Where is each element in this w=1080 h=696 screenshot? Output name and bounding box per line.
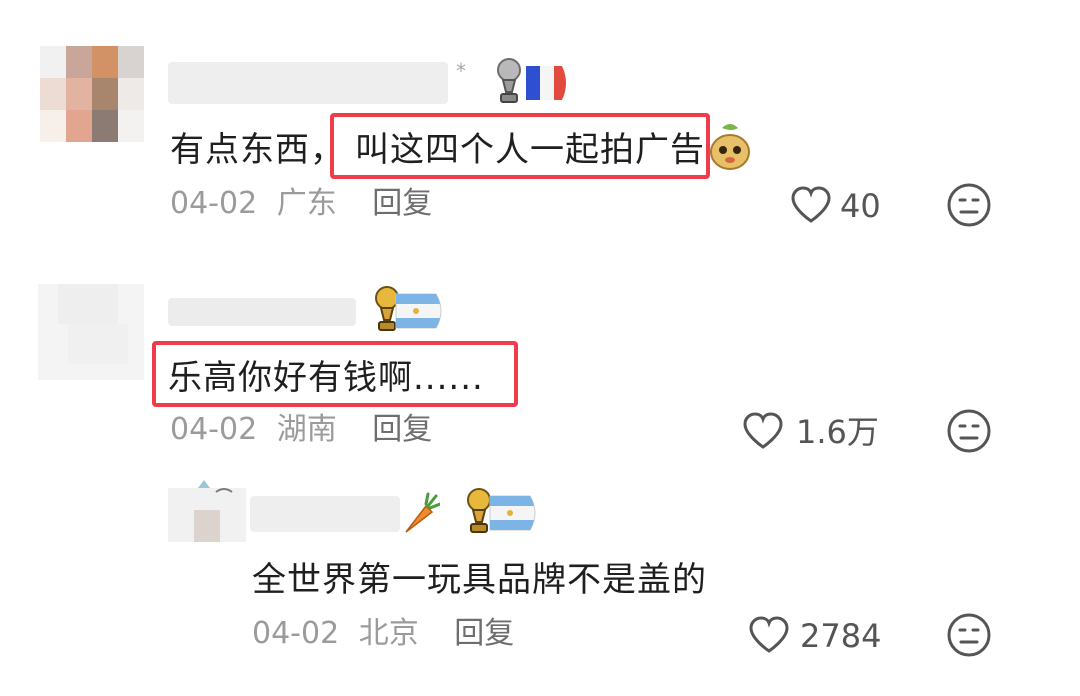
like-count: 40 xyxy=(840,187,881,225)
username-blurred[interactable] xyxy=(250,496,400,532)
comment-date: 04-02 xyxy=(252,616,340,651)
comment-meta: 04-02 广东 回复 xyxy=(170,184,432,224)
comment-location: 广东 xyxy=(276,186,337,221)
comment-date: 04-02 xyxy=(170,186,258,221)
heart-icon xyxy=(791,186,831,223)
reply-button[interactable]: 回复 xyxy=(372,186,432,221)
heart-icon xyxy=(749,616,789,653)
comment-text-prefix: 有点东西， xyxy=(170,130,345,170)
meerkat-emoji-icon xyxy=(708,122,752,172)
comment-meta: 04-02 北京 回复 xyxy=(252,614,514,654)
avatar[interactable] xyxy=(40,46,144,142)
argentina-flag-icon xyxy=(486,492,542,534)
carrot-icon xyxy=(400,492,440,536)
reply-button[interactable]: 回复 xyxy=(454,616,514,651)
username-blurred[interactable] xyxy=(168,298,356,326)
comment-meta: 04-02 湖南 回复 xyxy=(170,410,432,450)
argentina-flag-icon xyxy=(392,290,448,332)
badge-dot: * xyxy=(456,59,466,83)
comment-date: 04-02 xyxy=(170,412,258,447)
like-button[interactable] xyxy=(790,186,832,224)
highlight-box xyxy=(330,113,710,179)
reply-button[interactable]: 回复 xyxy=(372,412,432,447)
france-flag-icon xyxy=(522,60,574,106)
dislike-face-icon[interactable] xyxy=(946,182,992,228)
avatar[interactable] xyxy=(168,480,246,542)
like-button[interactable] xyxy=(748,616,790,654)
like-count: 2784 xyxy=(800,617,882,655)
like-count: 1.6万 xyxy=(796,413,879,451)
comment-location: 湖南 xyxy=(276,412,337,447)
highlight-box xyxy=(152,341,518,407)
dislike-face-icon[interactable] xyxy=(946,612,992,658)
trophy-icon xyxy=(492,58,526,108)
avatar[interactable] xyxy=(38,284,144,380)
comment-text: 全世界第一玩具品牌不是盖的 xyxy=(252,560,707,600)
username-blurred[interactable] xyxy=(168,62,448,104)
heart-icon xyxy=(743,412,783,449)
dislike-face-icon[interactable] xyxy=(946,408,992,454)
comment-location: 北京 xyxy=(358,616,419,651)
like-button[interactable] xyxy=(742,412,784,450)
